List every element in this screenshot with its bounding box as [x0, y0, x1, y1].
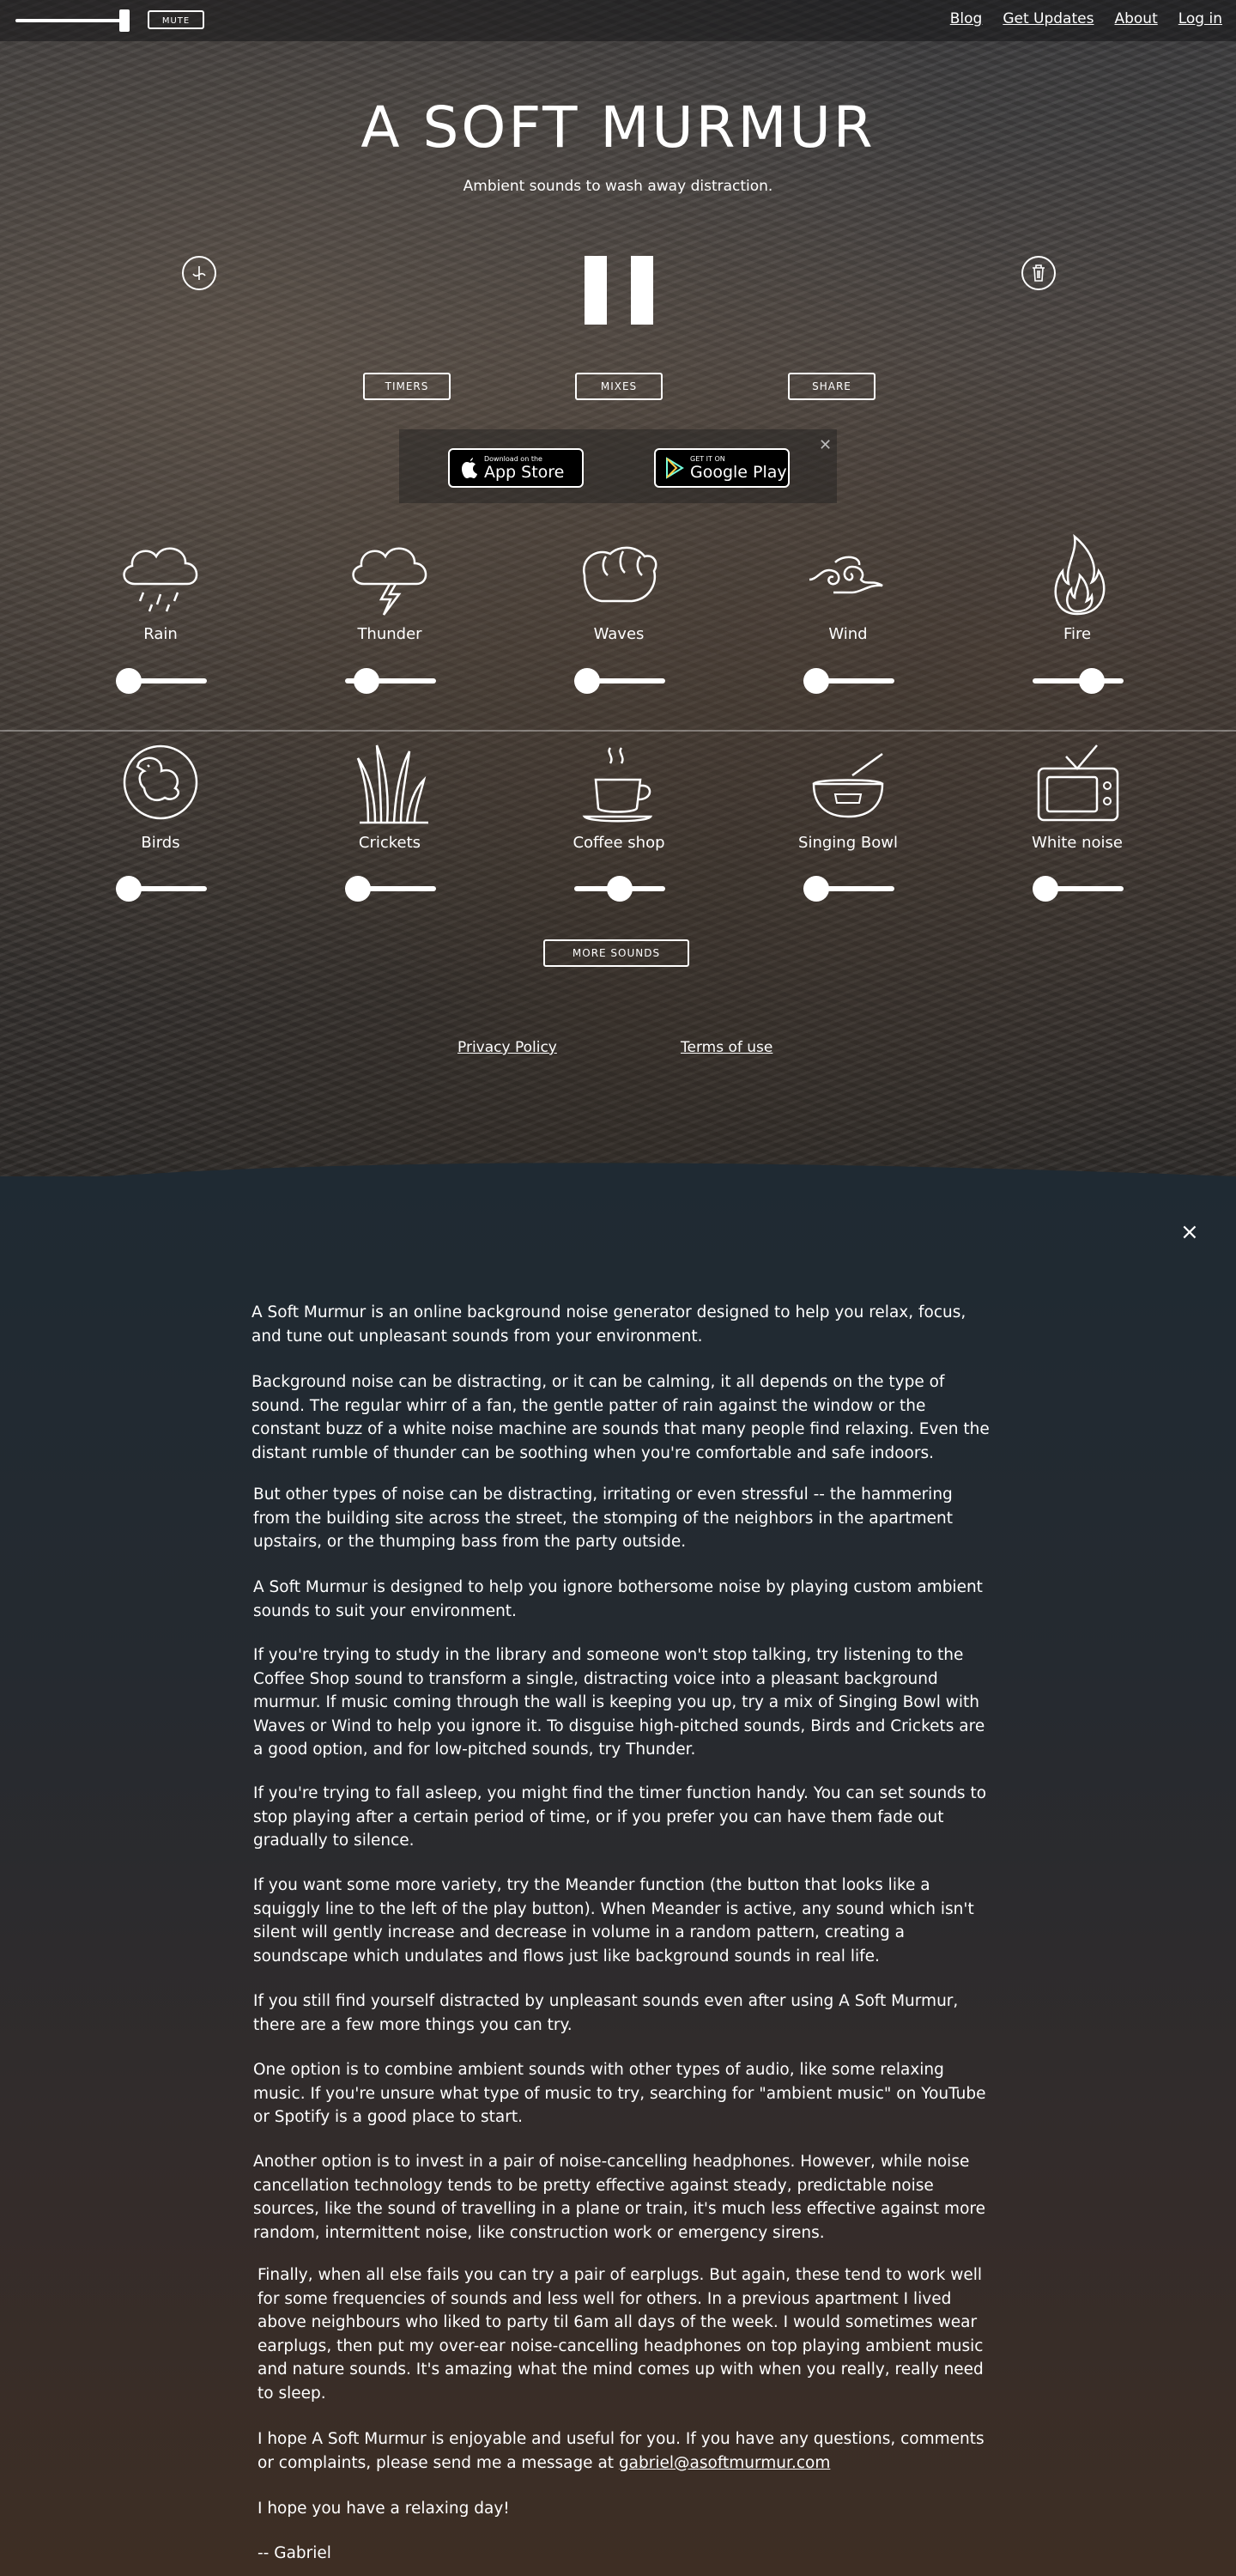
about-contact-paragraph: I hope A Soft Murmur is enjoyable and us… [258, 2427, 996, 2475]
coffee-cup-icon [582, 747, 653, 823]
about-paragraph: A Soft Murmur is designed to help you ig… [253, 1578, 983, 1620]
email-link[interactable]: gabriel@asoftmurmur.com [619, 2454, 830, 2472]
about-paragraph: One option is to combine ambient sounds … [253, 2061, 986, 2126]
app-banner-close-icon[interactable]: ✕ [819, 436, 832, 454]
about-paragraph: I hope you have a relaxing day! [258, 2500, 510, 2518]
waves-icon [582, 546, 657, 603]
sound-coffee-shop: Coffee shop [533, 741, 705, 852]
slider-handle[interactable] [803, 668, 829, 694]
thunder-cloud-icon [352, 547, 427, 616]
share-button[interactable]: SHARE [788, 373, 876, 400]
pause-button[interactable] [585, 256, 653, 325]
wind-icon [809, 556, 883, 594]
meander-icon[interactable] [182, 256, 216, 290]
sound-wind: Wind [762, 532, 934, 643]
crickets-volume-slider[interactable] [345, 876, 436, 902]
sound-singing-bowl: Singing Bowl [762, 741, 934, 852]
sound-label: Crickets [358, 834, 421, 852]
crickets-icon [356, 744, 428, 824]
fire-volume-slider[interactable] [1033, 668, 1124, 694]
slider-handle[interactable] [1079, 668, 1105, 694]
more-sounds-button[interactable]: MORE SOUNDS [543, 939, 689, 967]
sound-label: Fire [1063, 625, 1092, 643]
sound-label: Thunder [357, 625, 422, 643]
page-subtitle: Ambient sounds to wash away distraction. [463, 178, 773, 195]
slider-handle[interactable] [574, 668, 600, 694]
slider-handle[interactable] [803, 876, 829, 902]
hero-background: MUTE Blog Get Updates About Log in A SOF… [0, 0, 1236, 1194]
sound-label: Birds [141, 834, 180, 852]
top-nav: Blog Get Updates About Log in [950, 10, 1222, 27]
sound-crickets: Crickets [304, 741, 476, 852]
top-bar: MUTE Blog Get Updates About Log in [0, 0, 1236, 41]
google-big-text: Google Play [690, 462, 787, 482]
rain-volume-slider[interactable] [116, 668, 207, 694]
sound-label: Coffee shop [573, 834, 665, 852]
about-paragraph: Another option is to invest in a pair of… [253, 2153, 985, 2242]
about-signoff: -- Gabriel [258, 2544, 331, 2562]
nav-get-updates[interactable]: Get Updates [1003, 10, 1094, 27]
master-volume-slider[interactable] [15, 19, 127, 22]
sound-label: Singing Bowl [798, 834, 898, 852]
app-store-big-text: App Store [484, 462, 565, 482]
bird-icon [123, 744, 198, 820]
google-play-button[interactable]: GET IT ON Google Play [654, 448, 790, 488]
slider-handle[interactable] [607, 876, 633, 902]
sound-white-noise: White noise [991, 741, 1163, 852]
app-store-button[interactable]: Download on the App Store [448, 448, 584, 488]
rain-cloud-icon [123, 547, 198, 612]
about-paragraph: Finally, when all else fails you can try… [258, 2266, 984, 2403]
master-volume-handle[interactable] [119, 9, 130, 32]
slider-handle[interactable] [1033, 876, 1058, 902]
mute-button[interactable]: MUTE [148, 10, 204, 29]
google-small-text: GET IT ON [690, 454, 725, 463]
sound-birds: Birds [75, 741, 246, 852]
timers-button[interactable]: TIMERS [363, 373, 451, 400]
about-paragraph: If you want some more variety, try the M… [253, 1876, 974, 1965]
white-noise-volume-slider[interactable] [1033, 876, 1124, 902]
about-paragraph: If you're trying to fall asleep, you mig… [253, 1784, 987, 1850]
fire-icon [1054, 533, 1106, 616]
sound-label: Wind [828, 625, 868, 643]
thunder-volume-slider[interactable] [345, 668, 436, 694]
slider-handle[interactable] [354, 668, 379, 694]
sound-waves: Waves [533, 532, 705, 643]
tv-icon [1037, 744, 1119, 822]
row-divider [0, 730, 1236, 732]
singing-bowl-volume-slider[interactable] [803, 876, 894, 902]
sound-thunder: Thunder [304, 532, 476, 643]
slider-handle[interactable] [116, 876, 142, 902]
terms-of-use-link[interactable]: Terms of use [681, 1039, 772, 1056]
trash-icon[interactable] [1021, 256, 1056, 290]
sound-label: Rain [143, 625, 178, 643]
slider-handle[interactable] [116, 668, 142, 694]
sound-rain: Rain [75, 532, 246, 643]
privacy-policy-link[interactable]: Privacy Policy [457, 1039, 557, 1056]
apple-icon [462, 458, 477, 478]
singing-bowl-icon [812, 752, 884, 818]
nav-login[interactable]: Log in [1178, 10, 1222, 27]
nav-blog[interactable]: Blog [950, 10, 983, 27]
nav-about[interactable]: About [1114, 10, 1157, 27]
about-paragraph: But other types of noise can be distract… [253, 1485, 953, 1551]
wind-volume-slider[interactable] [803, 668, 894, 694]
slider-handle[interactable] [345, 876, 371, 902]
page-title: A SOFT MURMUR [360, 94, 876, 161]
coffee-shop-volume-slider[interactable] [574, 876, 665, 902]
google-play-icon [666, 457, 684, 479]
about-close-icon[interactable]: × [1180, 1219, 1199, 1245]
about-paragraph: If you're trying to study in the library… [253, 1646, 985, 1759]
sound-label: Waves [593, 625, 645, 643]
birds-volume-slider[interactable] [116, 876, 207, 902]
sound-fire: Fire [991, 532, 1163, 643]
app-store-small-text: Download on the [484, 454, 542, 463]
mixes-button[interactable]: MIXES [575, 373, 663, 400]
about-paragraph: A Soft Murmur is an online background no… [251, 1303, 966, 1346]
about-paragraph: If you still find yourself distracted by… [253, 1992, 959, 2034]
waves-volume-slider[interactable] [574, 668, 665, 694]
about-paragraph: Background noise can be distracting, or … [251, 1373, 990, 1462]
sound-label: White noise [1032, 834, 1123, 852]
